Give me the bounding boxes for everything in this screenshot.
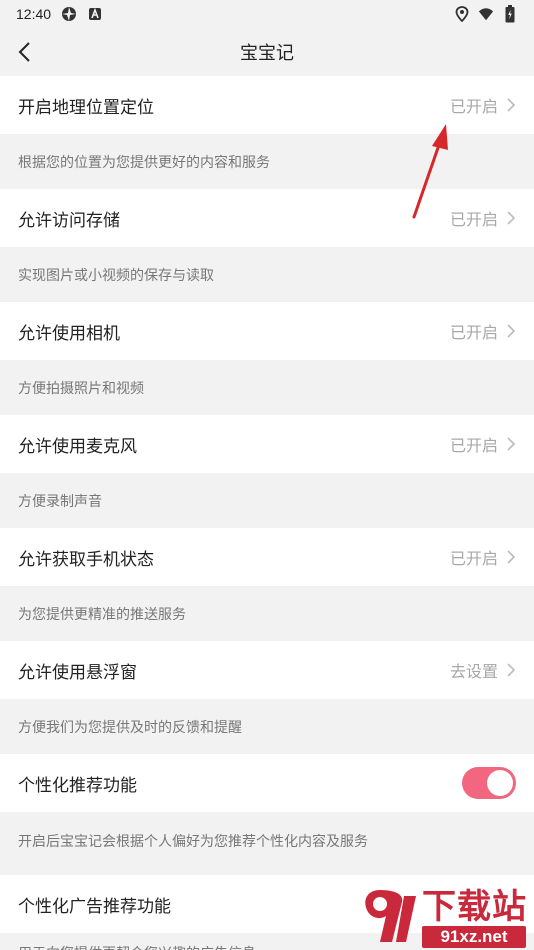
clock: 12:40 [16,6,52,22]
wifi-icon [478,6,494,22]
setting-row-phone-state[interactable]: 允许获取手机状态 已开启 [0,528,534,586]
setting-status: 已开启 [449,549,498,568]
setting-label: 允许使用相机 [18,323,120,344]
chevron-right-icon [507,550,516,564]
chevron-right-icon [507,324,516,338]
chevron-right-icon [507,663,516,677]
setting-status: 已开启 [449,323,498,342]
setting-description: 方便录制声音 [0,473,534,528]
setting-description: 方便拍摄照片和视频 [0,360,534,415]
setting-row-storage[interactable]: 允许访问存储 已开启 [0,189,534,247]
setting-description: 方便我们为您提供及时的反馈和提醒 [0,699,534,754]
setting-row-camera[interactable]: 允许使用相机 已开启 [0,302,534,360]
setting-status: 已开启 [449,97,498,116]
watermark-logo [365,890,416,942]
back-chevron-icon[interactable] [10,38,38,66]
setting-label: 允许使用悬浮窗 [18,662,137,683]
setting-row-personalization: 个性化推荐功能 [0,754,534,812]
a-badge-icon [87,6,103,22]
setting-row-location[interactable]: 开启地理位置定位 已开启 [0,76,534,134]
setting-label: 允许访问存储 [18,210,120,231]
setting-status: 已开启 [449,436,498,455]
settings-list: 开启地理位置定位 已开启 根据您的位置为您提供更好的内容和服务 允许访问存储 已… [0,76,534,950]
chevron-right-icon [507,437,516,451]
location-icon [454,6,470,22]
personalization-toggle[interactable] [462,767,516,799]
setting-label: 允许获取手机状态 [18,549,154,570]
chevron-right-icon [507,98,516,112]
watermark-url: 91xz.net [422,926,526,948]
setting-row-floating-window[interactable]: 允许使用悬浮窗 去设置 [0,641,534,699]
setting-label: 开启地理位置定位 [18,97,154,118]
setting-description: 为您提供更精准的推送服务 [0,586,534,641]
setting-label: 允许使用麦克风 [18,436,137,457]
watermark-text: 下载站 [422,887,527,927]
setting-label: 个性化广告推荐功能 [18,896,171,917]
aperture-icon [61,6,77,22]
setting-row-microphone[interactable]: 允许使用麦克风 已开启 [0,415,534,473]
battery-icon [502,5,518,23]
setting-status: 已开启 [449,210,498,229]
page-title: 宝宝记 [240,43,294,64]
setting-label: 个性化推荐功能 [18,775,137,796]
setting-description: 根据您的位置为您提供更好的内容和服务 [0,134,534,189]
watermark: 下载站 91xz.net [360,878,530,950]
setting-status: 去设置 [449,662,498,681]
toggle-knob [487,770,513,796]
setting-description: 开启后宝宝记会根据个人偏好为您推荐个性化内容及服务 [0,812,534,870]
chevron-right-icon [507,211,516,225]
setting-description: 实现图片或小视频的保存与读取 [0,247,534,302]
status-bar: 12:40 [0,0,534,28]
title-bar: 宝宝记 [0,28,534,76]
